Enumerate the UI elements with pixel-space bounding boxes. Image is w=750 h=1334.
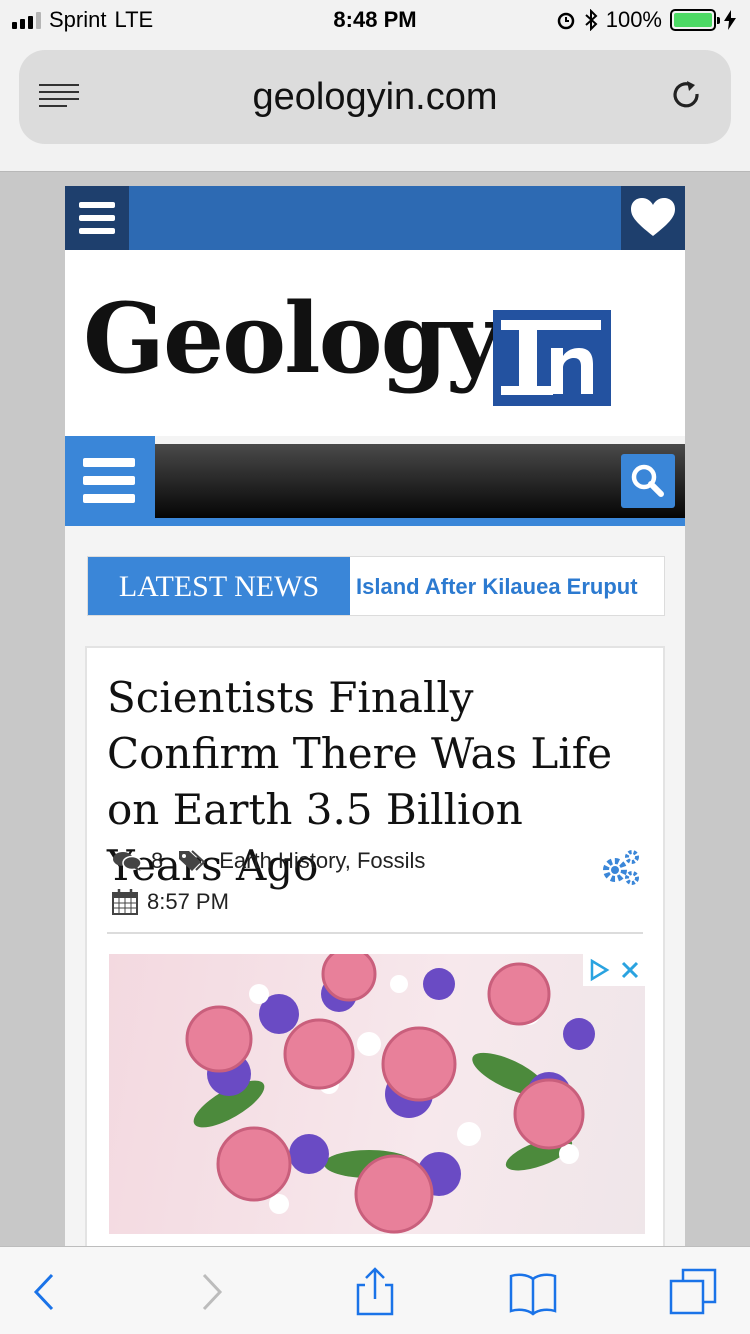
back-arrow-icon[interactable] bbox=[20, 1267, 70, 1317]
calendar-icon bbox=[112, 889, 138, 915]
article-tags[interactable]: Earth History, Fossils bbox=[219, 848, 425, 874]
browser-bottom-toolbar bbox=[0, 1246, 750, 1334]
status-bar: Sprint LTE 8:48 PM 100% bbox=[0, 0, 750, 40]
tags-icon bbox=[179, 850, 206, 871]
heart-icon bbox=[631, 198, 675, 236]
article-date: 8:57 PM bbox=[111, 888, 229, 916]
adchoices-icon[interactable] bbox=[587, 958, 611, 982]
forward-arrow-icon[interactable] bbox=[186, 1267, 236, 1317]
settings-gear-icon[interactable] bbox=[601, 848, 641, 886]
logo-badge bbox=[493, 310, 611, 406]
site-logo[interactable]: Geology bbox=[65, 250, 685, 436]
site-top-bar bbox=[65, 186, 685, 250]
tabs-icon[interactable] bbox=[668, 1267, 718, 1317]
navbar-accent-line bbox=[65, 518, 685, 526]
battery-percent: 100% bbox=[605, 7, 662, 32]
share-icon[interactable] bbox=[350, 1267, 400, 1317]
alarm-icon bbox=[557, 12, 574, 30]
article-meta: 8 Earth History, Fossils bbox=[111, 848, 425, 874]
flower-bouquet-image bbox=[185, 954, 595, 1234]
address-bar[interactable]: geologyin.com bbox=[19, 50, 731, 144]
search-icon bbox=[631, 464, 664, 497]
browser-toolbar: geologyin.com bbox=[0, 40, 750, 172]
search-button[interactable] bbox=[621, 454, 675, 508]
article-card: Scientists Finally Confirm There Was Lif… bbox=[85, 646, 665, 1246]
latest-news-ticker[interactable]: LATEST NEWS Island After Kilauea Eruput bbox=[87, 556, 665, 616]
web-page: Geology LATEST NEWS Island After Kilauea… bbox=[65, 186, 685, 1246]
meta-divider bbox=[107, 932, 643, 934]
main-navbar bbox=[65, 444, 685, 518]
ad-close-icon[interactable] bbox=[619, 959, 641, 981]
ticker-label: LATEST NEWS bbox=[88, 557, 350, 615]
charging-bolt-icon bbox=[724, 10, 736, 30]
logo-in-mark bbox=[501, 320, 601, 395]
url-text[interactable]: geologyin.com bbox=[19, 76, 731, 119]
comment-count[interactable]: 8 bbox=[151, 848, 163, 874]
bluetooth-icon bbox=[585, 9, 598, 31]
nav-menu-button[interactable] bbox=[65, 436, 155, 524]
advertisement-image[interactable] bbox=[109, 954, 645, 1234]
content-area: LATEST NEWS Island After Kilauea Eruput … bbox=[65, 526, 685, 1246]
battery-icon bbox=[670, 9, 720, 31]
comments-icon bbox=[113, 852, 142, 871]
article-time: 8:57 PM bbox=[147, 889, 229, 914]
logo-wordmark: Geology bbox=[83, 282, 501, 395]
bookmarks-icon[interactable] bbox=[508, 1267, 558, 1317]
status-right: 100% bbox=[556, 7, 736, 33]
favorite-button[interactable] bbox=[621, 186, 685, 250]
reload-icon[interactable] bbox=[669, 78, 705, 114]
ad-controls bbox=[583, 954, 645, 986]
ticker-headline[interactable]: Island After Kilauea Eruput bbox=[356, 557, 638, 615]
top-menu-button[interactable] bbox=[65, 186, 129, 250]
